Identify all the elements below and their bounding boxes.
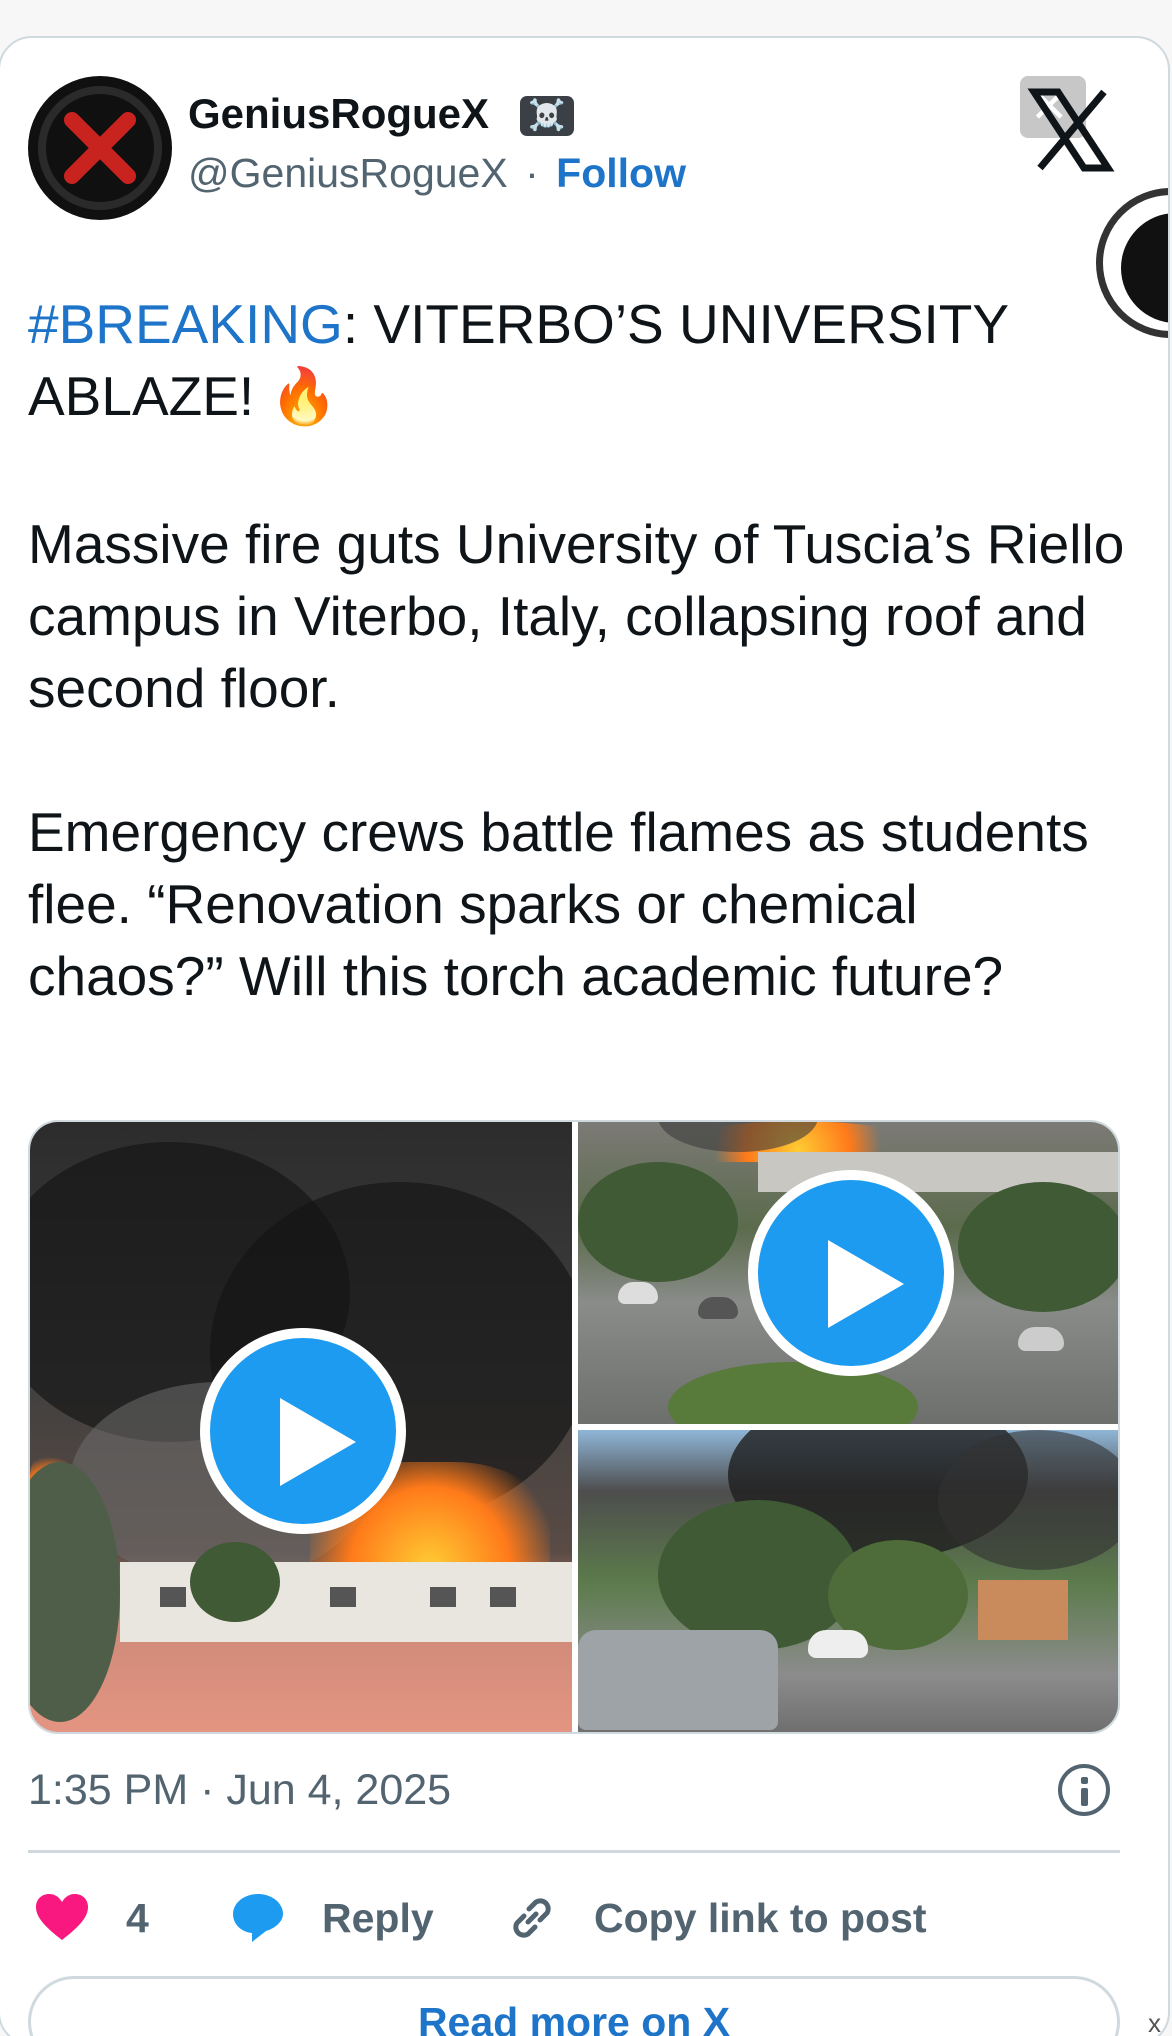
- author-handle-row: @GeniusRogueX · Follow: [188, 150, 686, 197]
- heart-icon: [36, 1894, 88, 1940]
- divider: [28, 1850, 1120, 1853]
- play-icon: [828, 1240, 904, 1328]
- play-button[interactable]: [748, 1170, 954, 1376]
- play-icon[interactable]: [1121, 213, 1168, 323]
- post-headline: #BREAKING: VITERBO’S UNIVERSITY ABLAZE! …: [28, 288, 1128, 432]
- follow-button[interactable]: Follow: [556, 150, 686, 196]
- post-paragraph-1: Massive fire guts University of Tuscia’s…: [28, 513, 1125, 719]
- skull-badge-icon: ☠️: [520, 96, 574, 136]
- media-video-2[interactable]: [578, 1122, 1118, 1424]
- read-more-button[interactable]: Read more on X: [28, 1976, 1120, 2036]
- copy-link-label: Copy link to post: [594, 1894, 927, 1941]
- author-avatar[interactable]: [28, 76, 172, 220]
- author-name[interactable]: GeniusRogueX: [188, 90, 489, 138]
- info-icon[interactable]: [1058, 1764, 1110, 1816]
- hashtag-link[interactable]: #BREAKING: [28, 293, 343, 355]
- like-count: 4: [126, 1894, 149, 1941]
- reply-bubble-icon: [233, 1894, 283, 1942]
- media-image-3[interactable]: [578, 1430, 1118, 1732]
- x-logo-icon[interactable]: [1020, 80, 1120, 180]
- post-timestamp[interactable]: 1:35 PM · Jun 4, 2025: [28, 1766, 451, 1815]
- media-video-1[interactable]: [30, 1122, 572, 1732]
- link-icon: [513, 1898, 551, 1938]
- corner-mark: x: [1148, 2008, 1161, 2036]
- play-button[interactable]: [200, 1328, 406, 1534]
- play-icon: [280, 1398, 356, 1486]
- copy-link-button[interactable]: Copy link to post: [506, 1888, 927, 1948]
- author-handle[interactable]: @GeniusRogueX: [188, 150, 508, 196]
- like-button[interactable]: 4: [34, 1888, 149, 1948]
- reply-label: Reply: [322, 1894, 434, 1941]
- reply-button[interactable]: Reply: [230, 1888, 434, 1948]
- media-grid: [28, 1120, 1120, 1734]
- post-embed-card: GeniusRogueX ☠️ @GeniusRogueX · Follow ✕…: [0, 36, 1170, 2036]
- post-paragraph-2: Emergency crews battle flames as student…: [28, 801, 1089, 1007]
- handle-separator: ·: [525, 150, 539, 196]
